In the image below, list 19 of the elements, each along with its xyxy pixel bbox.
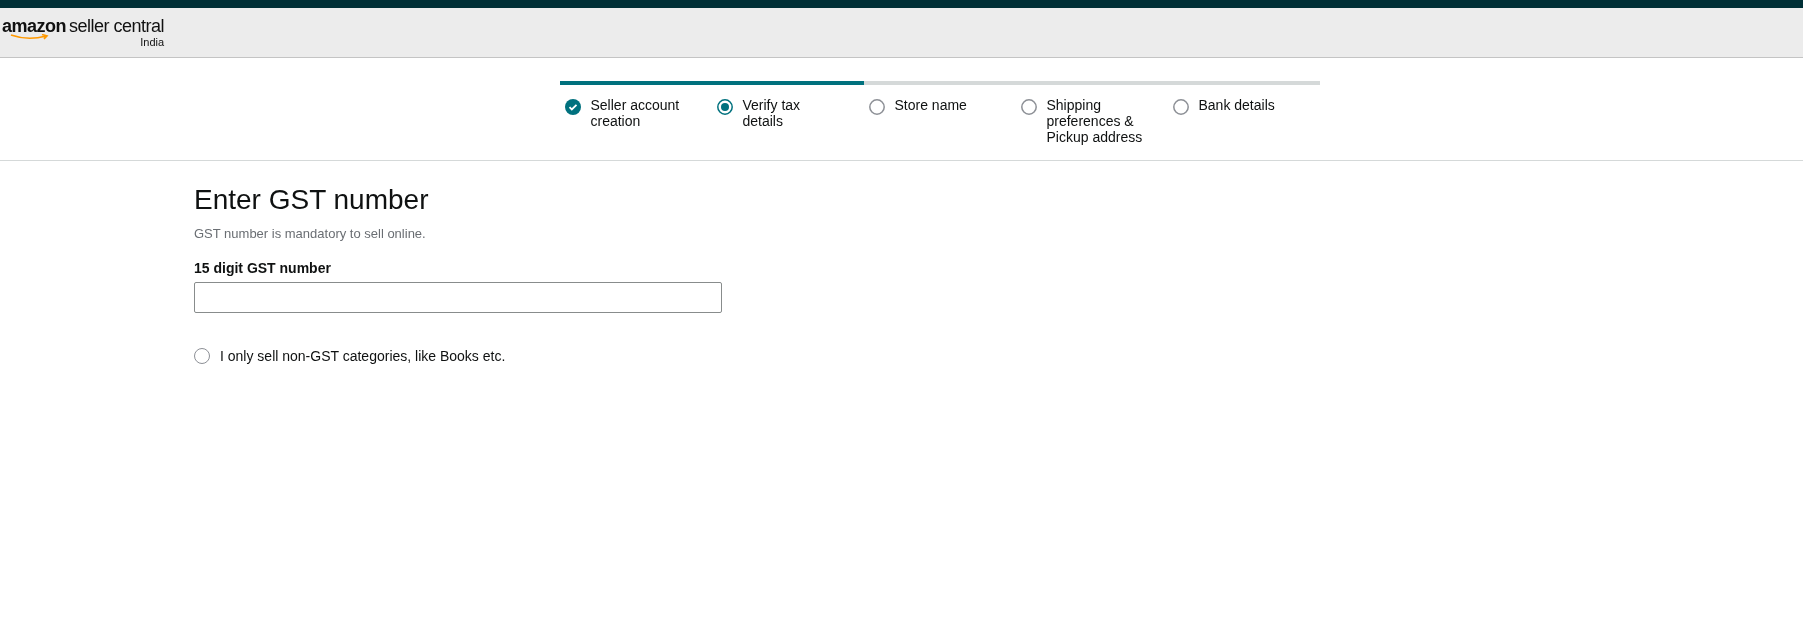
- step-label: Store name: [894, 97, 967, 115]
- radio-label: I only sell non-GST categories, like Books etc.: [220, 346, 506, 366]
- page-subtitle: GST number is mandatory to sell online.: [194, 225, 427, 243]
- smile-arrow-icon: [10, 34, 50, 40]
- gst-number-input[interactable]: [194, 281, 722, 313]
- page-title: Enter GST number: [194, 183, 430, 217]
- radio-empty-icon: [868, 99, 885, 115]
- step-label: Bank details: [1198, 97, 1275, 115]
- logo-brand: amazon: [2, 17, 67, 35]
- radio-empty-icon: [1020, 99, 1037, 115]
- radio-selected-icon: [716, 99, 733, 115]
- step-label: Seller account creation: [590, 97, 681, 131]
- field-label: 15 digit GST number: [194, 258, 332, 278]
- logo-region: India: [140, 37, 165, 48]
- radio-empty-icon: [1172, 99, 1189, 115]
- check-circle-icon: [564, 99, 581, 115]
- step-label: Verify tax details: [742, 97, 802, 131]
- logo-product: seller central: [69, 17, 165, 35]
- step-label: Shipping preferences & Pickup address: [1046, 97, 1144, 145]
